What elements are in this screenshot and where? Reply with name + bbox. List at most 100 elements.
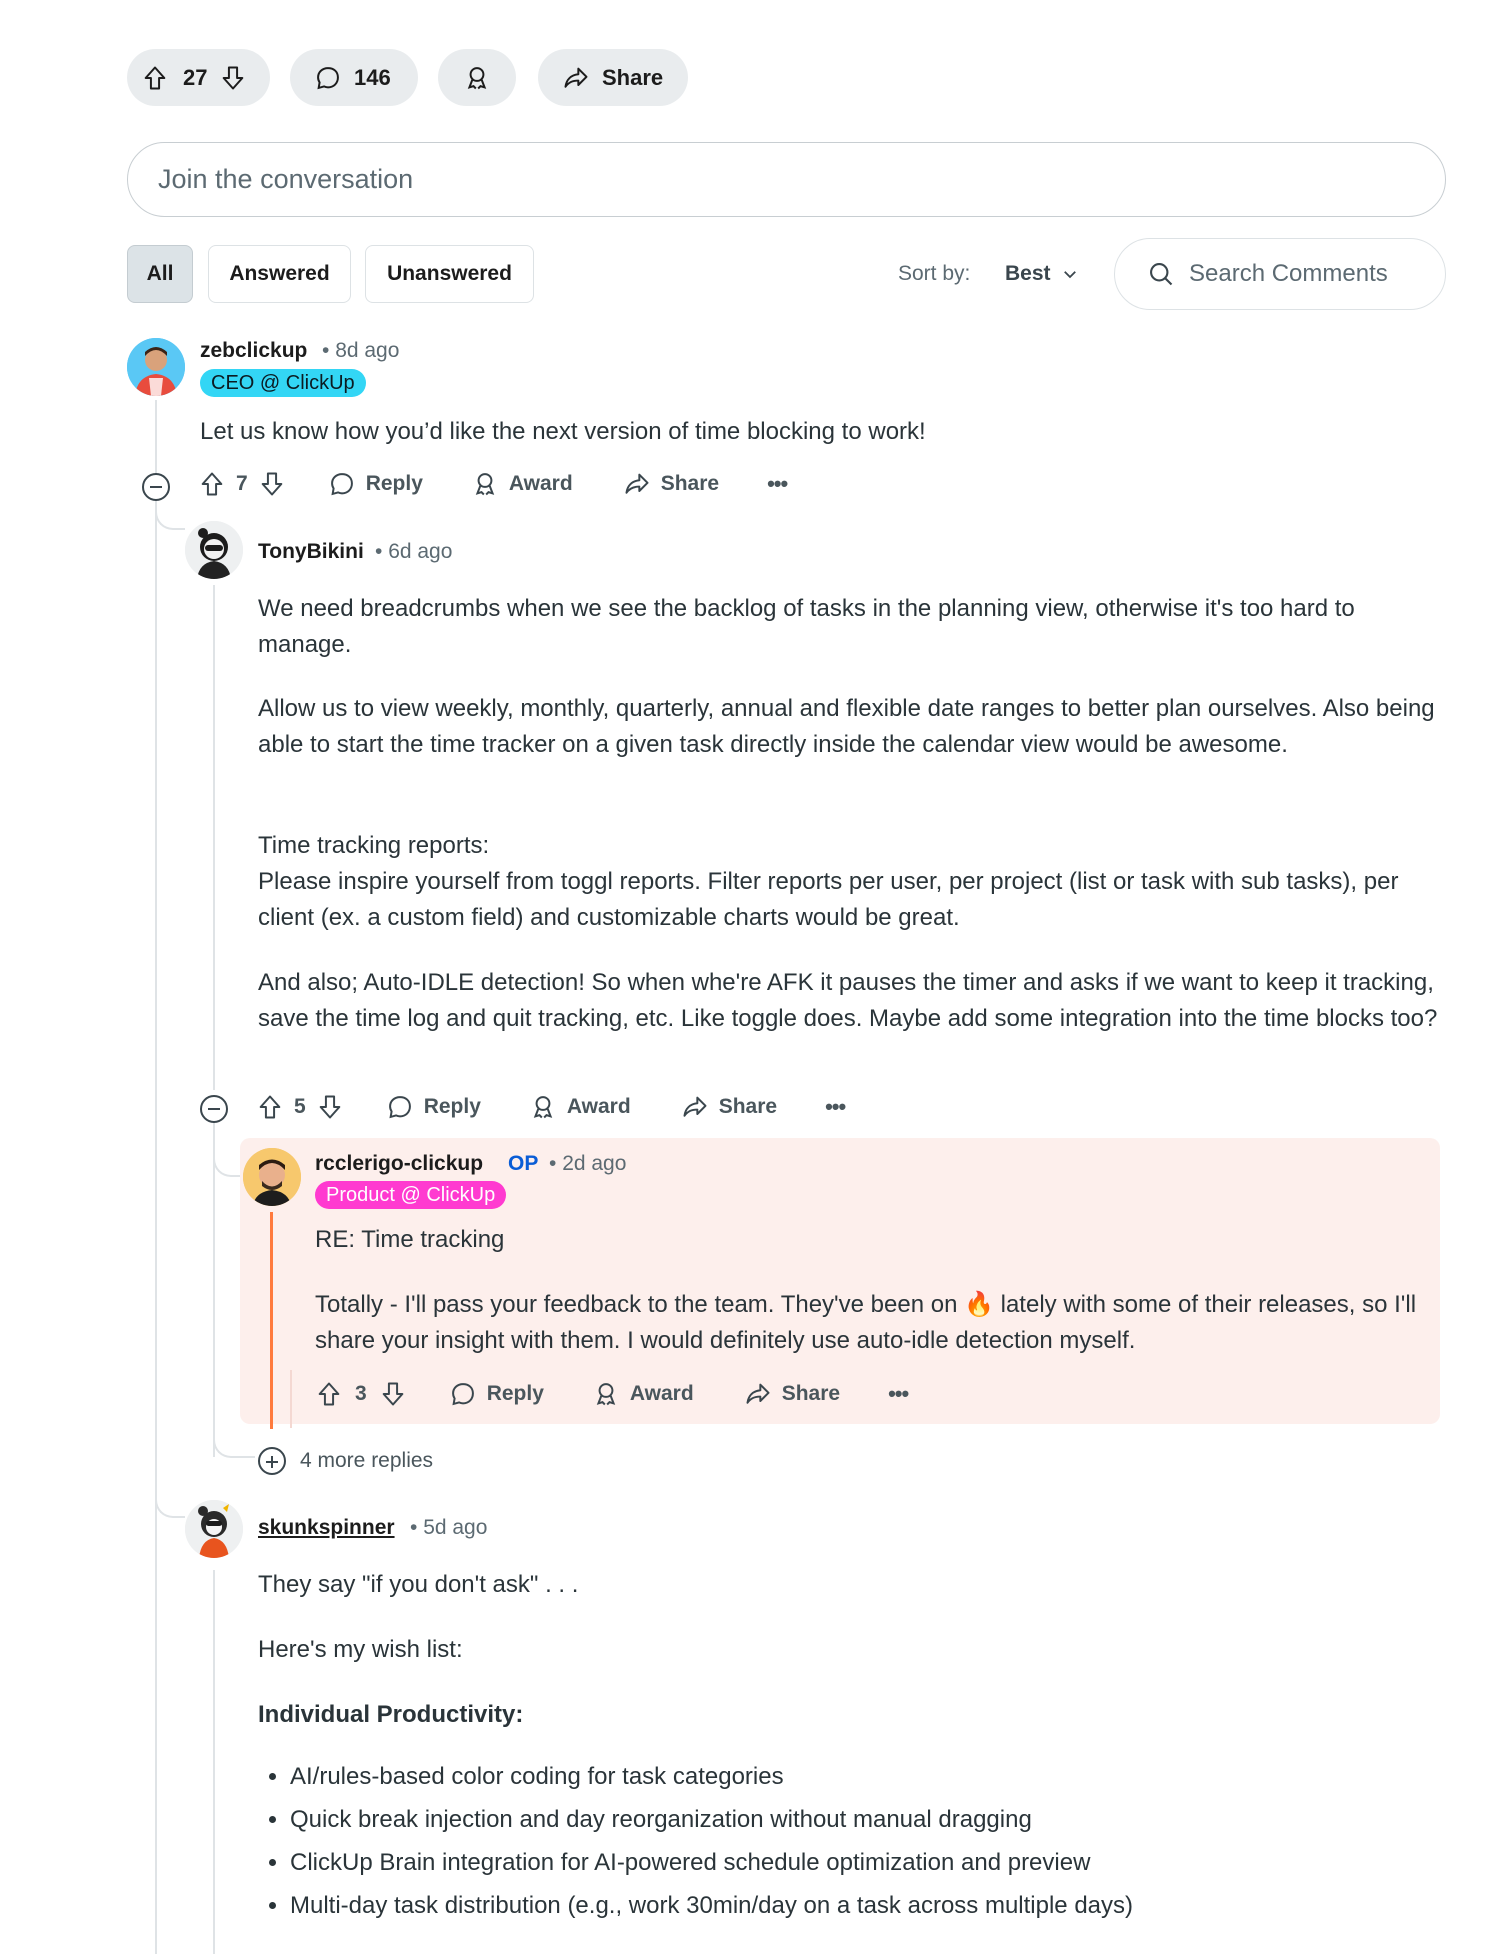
comments-button[interactable]: 146: [290, 49, 418, 106]
comment-paragraph: Here's my wish list:: [258, 1636, 463, 1663]
share-label: Share: [602, 64, 664, 90]
comment-icon: [317, 66, 339, 89]
thread-line-2b: [213, 1122, 215, 1457]
comment-paragraph: RE: Time tracking: [315, 1226, 505, 1253]
avatar[interactable]: [185, 521, 243, 579]
more-replies-button[interactable]: 4 more replies: [258, 1447, 433, 1475]
share-icon: [564, 67, 588, 88]
downvote-icon[interactable]: [379, 1380, 407, 1408]
plus-circle-icon: [258, 1447, 286, 1475]
share-label: Share: [718, 1095, 778, 1118]
award-button[interactable]: Award: [471, 470, 573, 498]
upvote-icon[interactable]: [315, 1380, 343, 1408]
comment-username[interactable]: skunkspinner: [258, 1516, 395, 1540]
comment-actions: 3 Reply Award Share •••: [315, 1380, 909, 1408]
filter-unanswered[interactable]: Unanswered: [365, 245, 534, 303]
share-button[interactable]: Share: [681, 1093, 777, 1121]
vote-pill: 27: [127, 49, 270, 106]
downvote-icon[interactable]: [219, 64, 247, 92]
thread-line-2: [213, 585, 215, 1090]
reply-button[interactable]: Reply: [386, 1093, 481, 1121]
award-button[interactable]: Award: [529, 1093, 631, 1121]
reply-label: Reply: [423, 1095, 481, 1118]
award-icon: [475, 473, 495, 496]
more-options-icon[interactable]: •••: [888, 1381, 909, 1407]
search-icon: [1150, 263, 1173, 286]
collapse-thread-button[interactable]: [200, 1095, 228, 1123]
join-conversation-input[interactable]: Join the conversation: [127, 142, 1446, 217]
award-button[interactable]: [438, 49, 516, 106]
comment-paragraph: They say "if you don't ask" . . .: [258, 1571, 579, 1598]
thread-line-1: [155, 400, 157, 480]
comment-actions: 7 Reply Award Share •••: [198, 470, 788, 498]
share-button[interactable]: Share: [744, 1380, 840, 1408]
filter-all-label: All: [146, 262, 174, 285]
filter-answered[interactable]: Answered: [208, 245, 351, 303]
more-options-icon[interactable]: •••: [825, 1094, 846, 1120]
thread-line-1b: [155, 500, 157, 1954]
award-label: Award: [629, 1382, 694, 1405]
comment-username[interactable]: TonyBikini: [258, 540, 364, 564]
award-label: Award: [508, 472, 573, 495]
award-icon: [596, 1383, 616, 1406]
share-button[interactable]: Share: [623, 470, 719, 498]
comment-username[interactable]: zebclickup: [200, 339, 307, 363]
thread-connector-skunk: [155, 1480, 185, 1518]
award-button[interactable]: Award: [592, 1380, 694, 1408]
thread-connector-more: [213, 1420, 255, 1458]
upvote-icon[interactable]: [256, 1093, 284, 1121]
share-button[interactable]: Share: [538, 49, 688, 106]
comment-body: Let us know how you’d like the next vers…: [200, 418, 926, 445]
user-flair: Product @ ClickUp: [315, 1181, 507, 1209]
list-item: AI/rules-based color coding for task cat…: [290, 1755, 1133, 1798]
comment-paragraph: Totally - I'll pass your feedback to the…: [315, 1291, 1417, 1354]
comment-time: 5d ago: [423, 1516, 488, 1539]
vote-count: 7: [236, 472, 248, 495]
upvote-icon[interactable]: [141, 64, 169, 92]
avatar[interactable]: [243, 1148, 301, 1206]
award-icon: [467, 66, 487, 89]
user-flair: CEO @ ClickUp: [200, 369, 366, 397]
award-icon: [533, 1096, 553, 1119]
upvote-icon[interactable]: [198, 470, 226, 498]
section-heading: Individual Productivity:: [258, 1701, 524, 1728]
comment-username[interactable]: rcclerigo-clickup: [315, 1152, 483, 1176]
vote-count: 5: [294, 1095, 306, 1118]
avatar[interactable]: [127, 338, 185, 396]
sort-label: Sort by:: [898, 262, 971, 285]
op-badge: OP: [508, 1152, 539, 1175]
downvote-icon[interactable]: [316, 1093, 344, 1121]
join-placeholder: Join the conversation: [158, 164, 414, 194]
filter-answered-label: Answered: [229, 262, 330, 285]
search-comments-input[interactable]: Search Comments: [1114, 238, 1446, 310]
chevron-down-icon: [1063, 271, 1076, 279]
downvote-icon[interactable]: [258, 470, 286, 498]
reply-button[interactable]: Reply: [328, 470, 423, 498]
vote-count: 27: [183, 64, 208, 90]
comment-time: 6d ago: [388, 540, 453, 563]
share-label: Share: [781, 1382, 841, 1405]
sort-dropdown[interactable]: Best: [1005, 262, 1079, 286]
thread-line-4: [213, 1570, 215, 1954]
search-placeholder: Search Comments: [1189, 260, 1388, 287]
avatar[interactable]: [185, 1500, 243, 1558]
collapse-thread-button[interactable]: [142, 473, 170, 501]
filter-all[interactable]: All: [127, 245, 193, 303]
reply-label: Reply: [365, 472, 423, 495]
reply-button[interactable]: Reply: [449, 1380, 544, 1408]
thread-connector-tony: [155, 500, 185, 530]
filter-unanswered-label: Unanswered: [387, 262, 512, 285]
vote-count: 3: [355, 1382, 367, 1405]
comment-paragraph: Time tracking reports:: [258, 832, 490, 859]
comment-paragraph: We need breadcrumbs when we see the back…: [258, 595, 1355, 658]
more-replies-label: 4 more replies: [300, 1449, 434, 1472]
more-options-icon[interactable]: •••: [767, 471, 788, 497]
comment-time: 2d ago: [562, 1152, 627, 1175]
comment-paragraph: Please inspire yourself from toggl repor…: [258, 868, 1399, 931]
comment-icon: [451, 1383, 474, 1406]
comment-actions: 5 Reply Award Share •••: [256, 1093, 846, 1121]
comment-icon: [330, 473, 353, 496]
list-item: ClickUp Brain integration for AI-powered…: [290, 1841, 1133, 1884]
share-icon: [683, 1096, 707, 1117]
comment-time: 8d ago: [335, 339, 400, 362]
